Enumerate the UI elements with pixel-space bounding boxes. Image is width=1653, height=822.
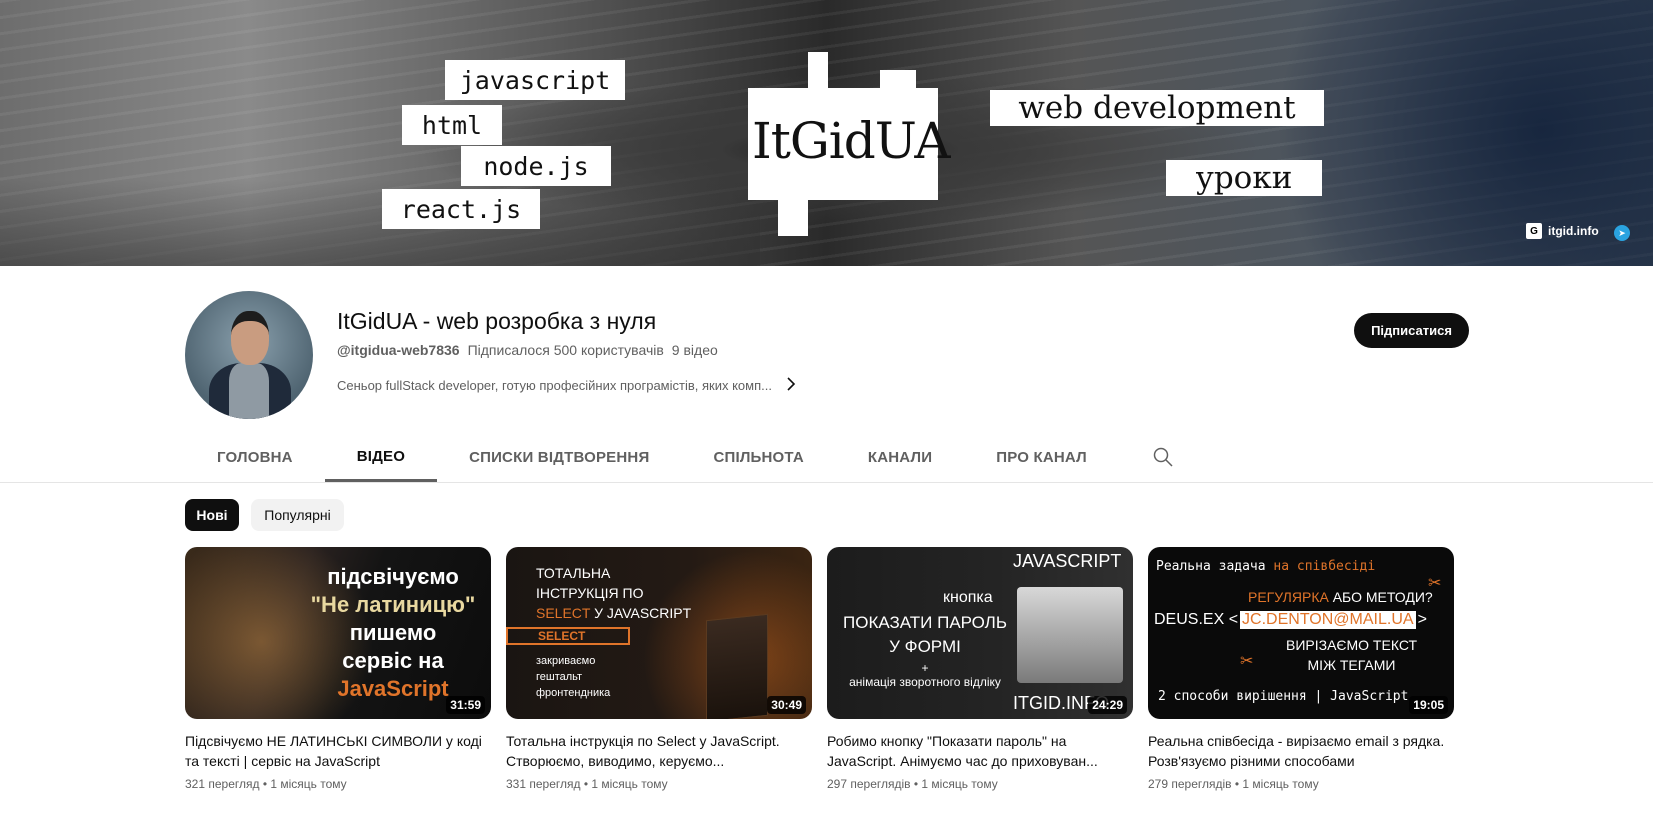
video-duration: 24:29 [1088, 696, 1127, 714]
thumb-text: ПОКАЗАТИ ПАРОЛЬ [843, 613, 1007, 632]
channel-handle: @itgidua-web7836 [337, 342, 460, 358]
thumb-text: сервіс на [342, 648, 444, 673]
thumb-text: + [921, 661, 929, 675]
thumb-select-box: SELECT [506, 627, 630, 645]
channel-description[interactable]: Сеньор fullStack developer, готую профес… [337, 375, 796, 396]
tab-community[interactable]: СПІЛЬНОТА [681, 433, 835, 481]
video-card[interactable]: Реальна задача на співбесіді РЕГУЛЯРКА А… [1148, 547, 1454, 791]
tab-channels[interactable]: КАНАЛИ [836, 433, 964, 481]
thumb-text: Реальна задача [1156, 559, 1266, 574]
thumb-text: JAVASCRIPT [1013, 551, 1122, 571]
tab-about[interactable]: ПРО КАНАЛ [964, 433, 1119, 481]
thumb-text: анімація зворотного відліку [849, 675, 1001, 689]
channel-description-text: Сеньор fullStack developer, готую профес… [337, 378, 772, 393]
banner-tag-html: html [402, 105, 502, 145]
thumb-text: РЕГУЛЯРКА [1248, 589, 1329, 605]
banner-tag-nodejs: node.js [461, 146, 611, 186]
telegram-icon[interactable]: ➤ [1614, 225, 1630, 241]
logo-puzzle-piece [880, 70, 916, 100]
video-title[interactable]: Робимо кнопку "Показати пароль" на JavaS… [827, 731, 1133, 771]
video-duration: 19:05 [1409, 696, 1448, 714]
logo-puzzle-piece [778, 180, 808, 236]
thumb-text: ВИРІЗАЄМО ТЕКСТ [1286, 637, 1418, 653]
thumb-text: гештальт [536, 671, 583, 683]
banner-logo: ItGidUA [752, 112, 950, 170]
thumb-text: > [1417, 611, 1427, 628]
video-meta: 279 переглядів • 1 місяць тому [1148, 777, 1319, 791]
video-meta: 321 перегляд • 1 місяць тому [185, 777, 347, 791]
thumb-text: АБО МЕТОДИ? [1332, 589, 1433, 605]
thumb-select-graphic [706, 613, 768, 719]
banner-tagline: web development [990, 90, 1324, 126]
video-card[interactable]: JAVASCRIPT кнопка ПОКАЗАТИ ПАРОЛЬ У ФОРМ… [827, 547, 1133, 791]
video-thumbnail[interactable]: підсвічуємо "Не латиницю" пишемо сервіс … [185, 547, 491, 719]
video-duration: 31:59 [446, 696, 485, 714]
channel-meta: @itgidua-web7836 Підписалося 500 користу… [337, 342, 718, 358]
site-favicon-icon: G [1526, 223, 1542, 239]
video-thumbnail[interactable]: ТОТАЛЬНА ІНСТРУКЦІЯ ПО SELECT У JAVASCRI… [506, 547, 812, 719]
video-duration: 30:49 [767, 696, 806, 714]
chip-popular[interactable]: Популярні [251, 499, 344, 531]
tab-videos[interactable]: ВІДЕО [324, 433, 438, 482]
video-thumbnail[interactable]: Реальна задача на співбесіді РЕГУЛЯРКА А… [1148, 547, 1454, 719]
banner-subtitle: уроки [1166, 160, 1322, 196]
thumb-text: на співбесіді [1273, 559, 1376, 574]
video-title[interactable]: Реальна співбесіда - вирізаємо email з р… [1148, 731, 1454, 771]
thumb-text: МІЖ ТЕГАМИ [1307, 657, 1396, 673]
banner-floor-decoration [0, 180, 760, 266]
thumb-text: JC.DENTON@MAIL.UA [1240, 611, 1416, 629]
video-card[interactable]: підсвічуємо "Не латиницю" пишемо сервіс … [185, 547, 491, 791]
thumb-text: У JAVASCRIPT [594, 605, 692, 621]
thumb-text: кнопка [943, 589, 993, 606]
video-thumbnail[interactable]: JAVASCRIPT кнопка ПОКАЗАТИ ПАРОЛЬ У ФОРМ… [827, 547, 1133, 719]
thumb-text: ТОТАЛЬНА [536, 565, 611, 581]
scissors-icon: ✂ [1240, 653, 1254, 670]
video-title[interactable]: Тотальна інструкція по Select у JavaScri… [506, 731, 812, 771]
search-icon[interactable] [1139, 433, 1187, 481]
thumb-text: ІНСТРУКЦІЯ ПО [536, 585, 644, 601]
chevron-right-icon [786, 375, 796, 396]
thumb-text: 2 способи вирішення | JavaScript [1158, 689, 1409, 704]
banner-tag-javascript: javascript [445, 60, 625, 100]
thumb-text: "Не латиницю" [310, 592, 476, 617]
thumb-text: фронтендника [536, 687, 611, 699]
thumb-keypad-graphic [1017, 587, 1123, 683]
thumb-text: У ФОРМІ [889, 637, 961, 656]
scissors-icon: ✂ [1428, 575, 1442, 592]
channel-banner: javascript html node.js react.js ItGidUA… [0, 0, 1653, 266]
channel-avatar[interactable] [185, 291, 313, 419]
thumb-text: закриваємо [536, 655, 596, 667]
video-card[interactable]: ТОТАЛЬНА ІНСТРУКЦІЯ ПО SELECT У JAVASCRI… [506, 547, 812, 791]
avatar-figure-shirt [229, 363, 269, 419]
thumb-text: SELECT [536, 605, 591, 621]
tabs-divider [0, 482, 1653, 483]
thumb-text: пишемо [349, 620, 437, 645]
thumb-text: підсвічуємо [327, 564, 459, 589]
avatar-figure-head [231, 311, 269, 365]
channel-name: ItGidUA - web розробка з нуля [337, 308, 657, 334]
tab-home[interactable]: ГОЛОВНА [185, 433, 325, 481]
subscriber-count: Підписалося 500 користувачів [467, 342, 664, 358]
thumb-text: DEUS.EX < [1154, 611, 1239, 628]
chip-latest[interactable]: Нові [185, 499, 239, 531]
banner-site-link[interactable]: G itgid.info [1526, 223, 1599, 239]
video-title[interactable]: Підсвічуємо НЕ ЛАТИНСЬКІ СИМВОЛИ у коді … [185, 731, 491, 771]
channel-tabs: ГОЛОВНА ВІДЕО СПИСКИ ВІДТВОРЕННЯ СПІЛЬНО… [185, 433, 1187, 482]
subscribe-button[interactable]: Підписатися [1354, 313, 1469, 348]
banner-site-link-label: itgid.info [1548, 224, 1599, 238]
video-meta: 297 переглядів • 1 місяць тому [827, 777, 998, 791]
tab-playlists[interactable]: СПИСКИ ВІДТВОРЕННЯ [437, 433, 681, 481]
banner-tag-reactjs: react.js [382, 189, 540, 229]
video-count: 9 відео [671, 342, 718, 358]
video-meta: 331 перегляд • 1 місяць тому [506, 777, 668, 791]
